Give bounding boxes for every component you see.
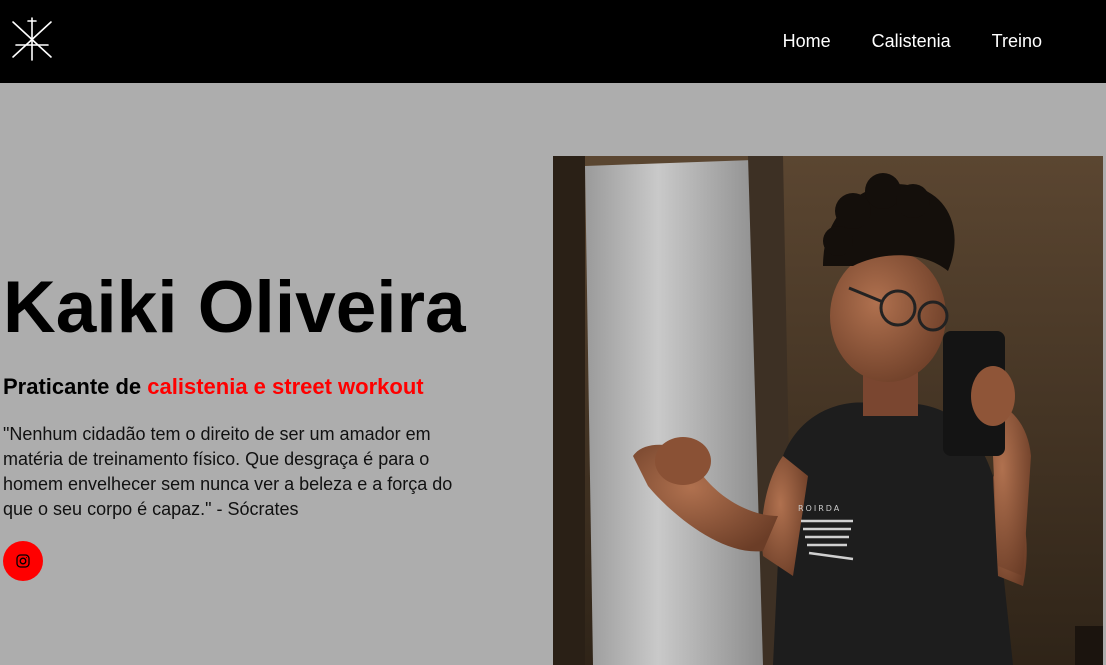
subtitle-accent: calistenia e street workout (147, 374, 424, 399)
subtitle-prefix: Praticante de (3, 374, 148, 399)
instagram-button[interactable] (3, 541, 43, 581)
svg-text:ROIRDA: ROIRDA (798, 504, 841, 513)
nav-link-home[interactable]: Home (783, 30, 831, 52)
hero-subtitle: Praticante de calistenia e street workou… (3, 373, 424, 401)
hero-name: Kaiki Oliveira (3, 267, 466, 348)
instagram-icon (16, 554, 30, 568)
hero-quote: "Nenhum cidadão tem o direito de ser um … (3, 424, 453, 519)
profile-photo: ROIRDA (553, 156, 1103, 665)
nav-link-calistenia[interactable]: Calistenia (872, 30, 951, 52)
top-navbar: Home Calistenia Treino (0, 0, 1106, 83)
nav-link-treino[interactable]: Treino (992, 30, 1042, 52)
site-logo-icon[interactable] (10, 17, 54, 61)
main-nav: Home Calistenia Treino (783, 30, 1042, 52)
